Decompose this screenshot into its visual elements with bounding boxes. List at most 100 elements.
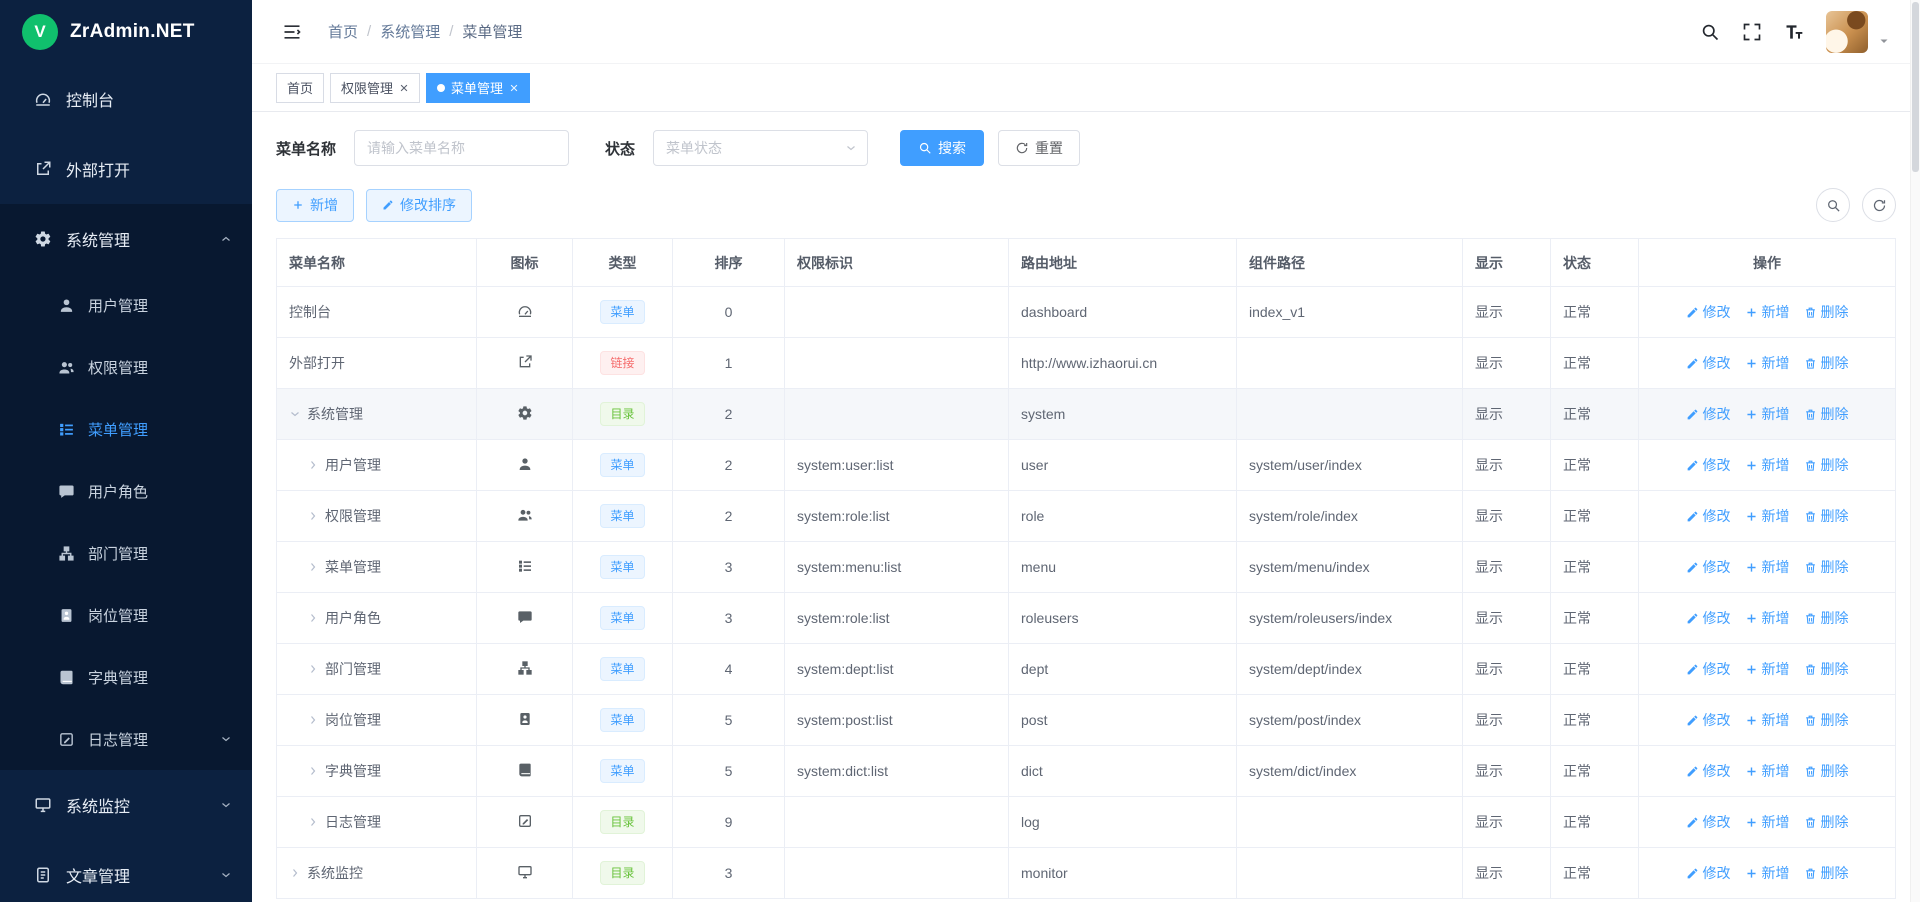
- delete-action[interactable]: 删除: [1804, 659, 1849, 679]
- breadcrumb-item[interactable]: 系统管理: [380, 21, 440, 42]
- edit-action[interactable]: 修改: [1686, 863, 1731, 883]
- page-scrollbar[interactable]: [1910, 0, 1920, 902]
- menu-name-cell: 用户角色: [289, 608, 464, 628]
- delete-action[interactable]: 删除: [1804, 761, 1849, 781]
- delete-action[interactable]: 删除: [1804, 557, 1849, 577]
- edit-action[interactable]: 修改: [1686, 761, 1731, 781]
- status-select[interactable]: 菜单状态: [653, 130, 868, 166]
- fullscreen-icon[interactable]: [1742, 22, 1762, 42]
- add-action[interactable]: 新增: [1745, 557, 1790, 577]
- monitor-icon: [34, 796, 52, 814]
- sidebar-item[interactable]: 菜单管理: [0, 398, 252, 460]
- main-area: 首页/系统管理/菜单管理 首页权限管理菜单管理 菜单名称 状态 菜单状态 搜索 …: [252, 0, 1920, 902]
- order-cell: 5: [673, 695, 785, 746]
- plus-icon: [1745, 306, 1758, 319]
- icon-cell: [477, 848, 573, 899]
- delete-action[interactable]: 删除: [1804, 608, 1849, 628]
- breadcrumb-separator: /: [449, 23, 453, 40]
- perm-cell: [785, 848, 1009, 899]
- sidebar-item[interactable]: 控制台: [0, 64, 252, 134]
- add-action[interactable]: 新增: [1745, 710, 1790, 730]
- reset-button[interactable]: 重置: [998, 130, 1080, 166]
- sidebar-item[interactable]: 部门管理: [0, 522, 252, 584]
- delete-action[interactable]: 删除: [1804, 863, 1849, 883]
- scrollbar-thumb[interactable]: [1912, 2, 1919, 172]
- type-tag: 菜单: [600, 504, 644, 528]
- delete-action[interactable]: 删除: [1804, 710, 1849, 730]
- sidebar-item[interactable]: 日志管理: [0, 708, 252, 770]
- sidebar-item[interactable]: 用户角色: [0, 460, 252, 522]
- edit-action[interactable]: 修改: [1686, 710, 1731, 730]
- sidebar-item[interactable]: 系统管理: [0, 204, 252, 274]
- add-action[interactable]: 新增: [1745, 608, 1790, 628]
- edit-action[interactable]: 修改: [1686, 557, 1731, 577]
- sidebar-item[interactable]: 权限管理: [0, 336, 252, 398]
- add-button[interactable]: 新增: [276, 189, 354, 222]
- delete-action[interactable]: 删除: [1804, 812, 1849, 832]
- type-tag: 菜单: [600, 657, 644, 681]
- user-avatar[interactable]: [1826, 11, 1868, 53]
- delete-action[interactable]: 删除: [1804, 506, 1849, 526]
- edit-action[interactable]: 修改: [1686, 353, 1731, 373]
- brand[interactable]: V ZrAdmin.NET: [0, 0, 252, 64]
- trash-icon: [1804, 510, 1817, 523]
- edit-action[interactable]: 修改: [1686, 659, 1731, 679]
- menu-name: 控制台: [289, 302, 331, 322]
- edit-action[interactable]: 修改: [1686, 812, 1731, 832]
- delete-action[interactable]: 删除: [1804, 353, 1849, 373]
- search-icon[interactable]: [1700, 22, 1720, 42]
- refresh-table-button[interactable]: [1862, 188, 1896, 222]
- add-action[interactable]: 新增: [1745, 761, 1790, 781]
- add-action[interactable]: 新增: [1745, 302, 1790, 322]
- edit-action[interactable]: 修改: [1686, 404, 1731, 424]
- gear-icon: [517, 405, 533, 421]
- delete-action[interactable]: 删除: [1804, 404, 1849, 424]
- breadcrumb-item[interactable]: 菜单管理: [462, 21, 522, 42]
- add-action[interactable]: 新增: [1745, 353, 1790, 373]
- sidebar-item[interactable]: 字典管理: [0, 646, 252, 708]
- delete-action[interactable]: 删除: [1804, 302, 1849, 322]
- sidebar-item[interactable]: 系统监控: [0, 770, 252, 840]
- edit-action[interactable]: 修改: [1686, 455, 1731, 475]
- search-button[interactable]: 搜索: [900, 130, 984, 166]
- tab-close-icon[interactable]: [399, 83, 409, 93]
- breadcrumb-item[interactable]: 首页: [328, 21, 358, 42]
- log-icon: [58, 731, 75, 748]
- trash-icon: [1804, 459, 1817, 472]
- sidebar-item[interactable]: 文章管理: [0, 840, 252, 902]
- tab-label: 权限管理: [341, 78, 393, 97]
- tab-1[interactable]: 权限管理: [330, 73, 420, 103]
- edit-action[interactable]: 修改: [1686, 506, 1731, 526]
- icon-cell: [477, 491, 573, 542]
- menu-name-cell: 菜单管理: [289, 557, 464, 577]
- visible-cell: 显示: [1463, 797, 1551, 848]
- add-action[interactable]: 新增: [1745, 404, 1790, 424]
- route-cell: system: [1009, 389, 1237, 440]
- add-action[interactable]: 新增: [1745, 659, 1790, 679]
- plus-icon: [1745, 867, 1758, 880]
- menu-name-input[interactable]: [354, 130, 569, 166]
- add-action[interactable]: 新增: [1745, 863, 1790, 883]
- add-action[interactable]: 新增: [1745, 455, 1790, 475]
- tab-2[interactable]: 菜单管理: [426, 73, 530, 103]
- font-size-icon[interactable]: [1784, 22, 1804, 42]
- show-search-button[interactable]: [1816, 188, 1850, 222]
- sidebar-toggle-icon[interactable]: [282, 22, 302, 42]
- edit-action[interactable]: 修改: [1686, 608, 1731, 628]
- menu-name: 用户管理: [325, 455, 381, 475]
- menu-name: 系统管理: [307, 404, 363, 424]
- tab-close-icon[interactable]: [509, 83, 519, 93]
- type-tag: 菜单: [600, 759, 644, 783]
- user-menu-caret-icon[interactable]: [1878, 35, 1890, 53]
- sort-button[interactable]: 修改排序: [366, 189, 472, 222]
- add-action[interactable]: 新增: [1745, 506, 1790, 526]
- sidebar-item[interactable]: 用户管理: [0, 274, 252, 336]
- menu-name-cell: 系统监控: [289, 863, 464, 883]
- delete-action[interactable]: 删除: [1804, 455, 1849, 475]
- edit-action[interactable]: 修改: [1686, 302, 1731, 322]
- tab-0[interactable]: 首页: [276, 73, 324, 103]
- sidebar-item[interactable]: 外部打开: [0, 134, 252, 204]
- sidebar-item[interactable]: 岗位管理: [0, 584, 252, 646]
- add-action[interactable]: 新增: [1745, 812, 1790, 832]
- edit-icon: [1686, 408, 1699, 421]
